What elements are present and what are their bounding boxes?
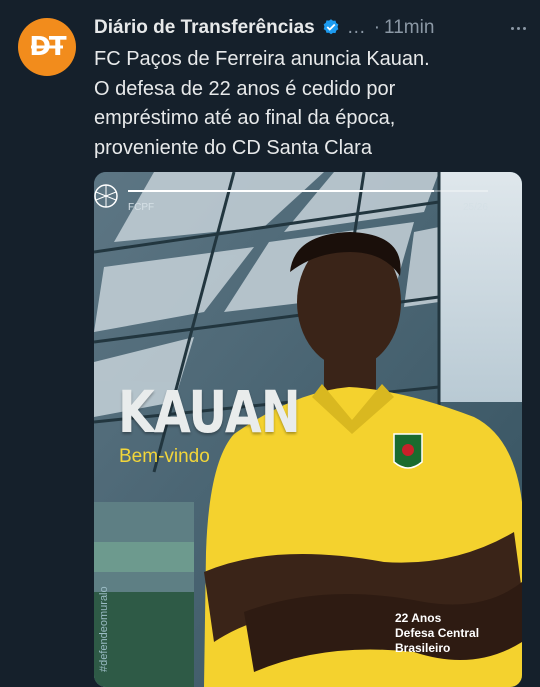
more-options-icon[interactable] <box>508 18 528 38</box>
player-nationality: Brasileiro <box>395 641 451 655</box>
tweet-text-line: O defesa de 22 anos é cedido por <box>94 77 396 100</box>
player-info: 22 Anos Defesa Central Brasileiro <box>395 611 479 656</box>
tweet-text-line: proveniente do CD Santa Clara <box>94 136 372 159</box>
hashtag: #defendeomuralo <box>98 586 110 672</box>
avatar-initials: DT <box>29 32 66 62</box>
affiliate-ellipsis: … <box>346 17 366 38</box>
display-name[interactable]: Diário de Transferências <box>94 17 315 39</box>
tweet-text-line: empréstimo até ao final da época, <box>94 107 396 129</box>
separator: · <box>373 17 381 38</box>
avatar[interactable]: DT <box>18 18 76 76</box>
tweet-text-line: FC Paços de Ferreira anuncia Kauan. <box>94 48 430 70</box>
tweet-header: Diário de Transferências … · 11min <box>94 14 528 42</box>
club-label: FCPF <box>128 202 155 213</box>
player-age: 22 Anos <box>395 611 442 625</box>
player-name: KAUAN <box>118 378 301 446</box>
tweet-media-image[interactable]: FCPF 25/26 KAUAN Bem-vindo #defendeomura… <box>94 172 522 687</box>
season-label: 25/26 <box>462 202 488 213</box>
verified-badge-icon <box>323 19 339 35</box>
story-progress-fill <box>128 190 434 192</box>
tweet-text: FC Paços de Ferreira anuncia Kauan. O de… <box>94 45 524 163</box>
timestamp[interactable]: 11min <box>384 17 434 39</box>
club-crest-icon <box>393 433 423 469</box>
player-position: Defesa Central <box>395 626 480 640</box>
football-icon <box>94 184 118 208</box>
welcome-text: Bem-vindo <box>119 446 210 467</box>
story-progress-bar <box>128 190 488 192</box>
